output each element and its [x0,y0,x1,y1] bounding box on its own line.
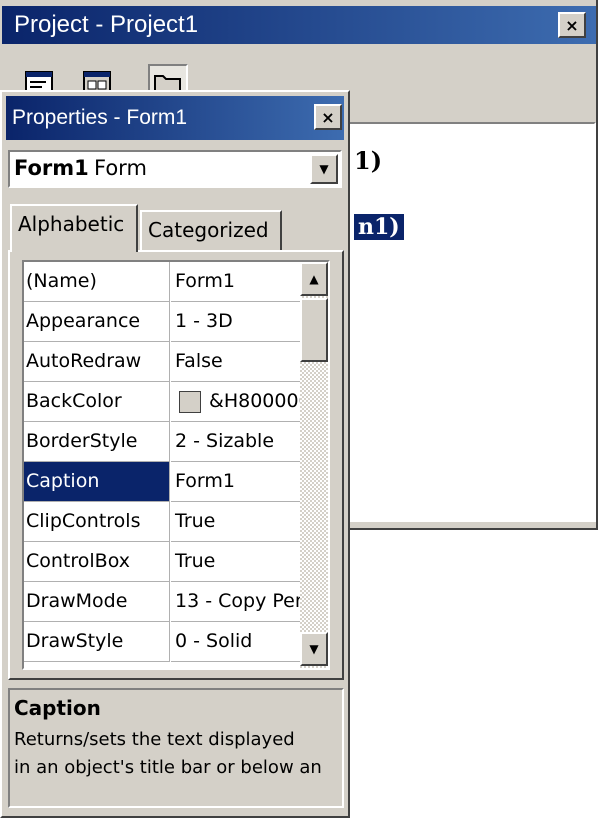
property-value[interactable]: &H800000 [171,382,300,422]
object-name: Form1 [14,156,89,180]
property-value[interactable]: True [171,542,300,582]
property-row[interactable]: ControlBox True [24,542,300,582]
property-row[interactable]: BorderStyle 2 - Sizable [24,422,300,462]
property-row[interactable]: Caption Form1 [24,462,300,502]
description-title: Caption [14,696,101,720]
properties-window-title: Properties - Form1 [12,106,188,129]
scroll-up-button[interactable]: ▲ [300,262,328,296]
project-title-bar[interactable]: Project - Project1 [2,6,596,44]
object-selector-combo[interactable]: Form1 Form ▼ [8,150,342,188]
property-row[interactable]: Appearance 1 - 3D [24,302,300,342]
property-grid: (Name) Form1 Appearance 1 - 3D AutoRedra… [22,260,330,670]
properties-window: Properties - Form1 × Form1 Form ▼ Alphab… [0,90,350,818]
arrow-down-icon: ▼ [309,642,319,656]
property-value[interactable]: 13 - Copy Pen [171,582,300,622]
property-name[interactable]: (Name) [24,262,170,302]
property-value[interactable]: True [171,502,300,542]
object-dropdown-button[interactable]: ▼ [310,154,338,184]
properties-title-bar[interactable]: Properties - Form1 [6,96,344,140]
property-row[interactable]: AutoRedraw False [24,342,300,382]
property-row[interactable]: BackColor &H800000 [24,382,300,422]
tree-node-form1[interactable]: n1) [352,212,406,242]
property-name[interactable]: AutoRedraw [24,342,170,382]
property-value[interactable]: Form1 [171,462,300,502]
chevron-down-icon: ▼ [319,162,329,176]
property-name[interactable]: ClipControls [24,502,170,542]
color-swatch [179,390,201,413]
property-value[interactable]: False [171,342,300,382]
tree-node-project[interactable]: 1) [354,146,382,175]
property-value[interactable]: Form1 [171,262,300,302]
project-window-title: Project - Project1 [14,11,199,38]
description-line: in an object's title bar or below an [14,757,322,778]
tab-panel: (Name) Form1 Appearance 1 - 3D AutoRedra… [8,250,344,680]
property-value[interactable]: 0 - Solid [171,622,300,662]
project-close-button[interactable]: × [558,12,586,38]
object-type: Form [94,156,147,180]
property-row[interactable]: (Name) Form1 [24,262,300,302]
tab-alphabetic[interactable]: Alphabetic [10,204,138,252]
property-name-selected[interactable]: Caption [24,462,170,502]
property-value[interactable]: 2 - Sizable [171,422,300,462]
description-pane: Caption Returns/sets the text displayed … [8,688,344,808]
description-text: Returns/sets the text displayed in an ob… [14,726,338,782]
tab-categorized[interactable]: Categorized [140,210,282,250]
properties-close-button[interactable]: × [314,104,342,130]
property-name[interactable]: DrawMode [24,582,170,622]
scroll-down-button[interactable]: ▼ [300,632,328,666]
arrow-up-icon: ▲ [309,272,319,286]
property-name[interactable]: DrawStyle [24,622,170,662]
property-name[interactable]: Appearance [24,302,170,342]
property-name[interactable]: BackColor [24,382,170,422]
scroll-thumb[interactable] [300,298,328,362]
property-row[interactable]: ClipControls True [24,502,300,542]
property-value[interactable]: 1 - 3D [171,302,300,342]
property-row[interactable]: DrawStyle 0 - Solid [24,622,300,662]
project-tree-view[interactable]: 1) n1) [312,122,596,522]
property-grid-scrollbar[interactable]: ▲ ▼ [300,262,328,668]
property-row[interactable]: DrawMode 13 - Copy Pen [24,582,300,622]
backcolor-value: &H800000 [209,390,300,412]
description-line: Returns/sets the text displayed [14,729,295,750]
property-name[interactable]: ControlBox [24,542,170,582]
property-name[interactable]: BorderStyle [24,422,170,462]
